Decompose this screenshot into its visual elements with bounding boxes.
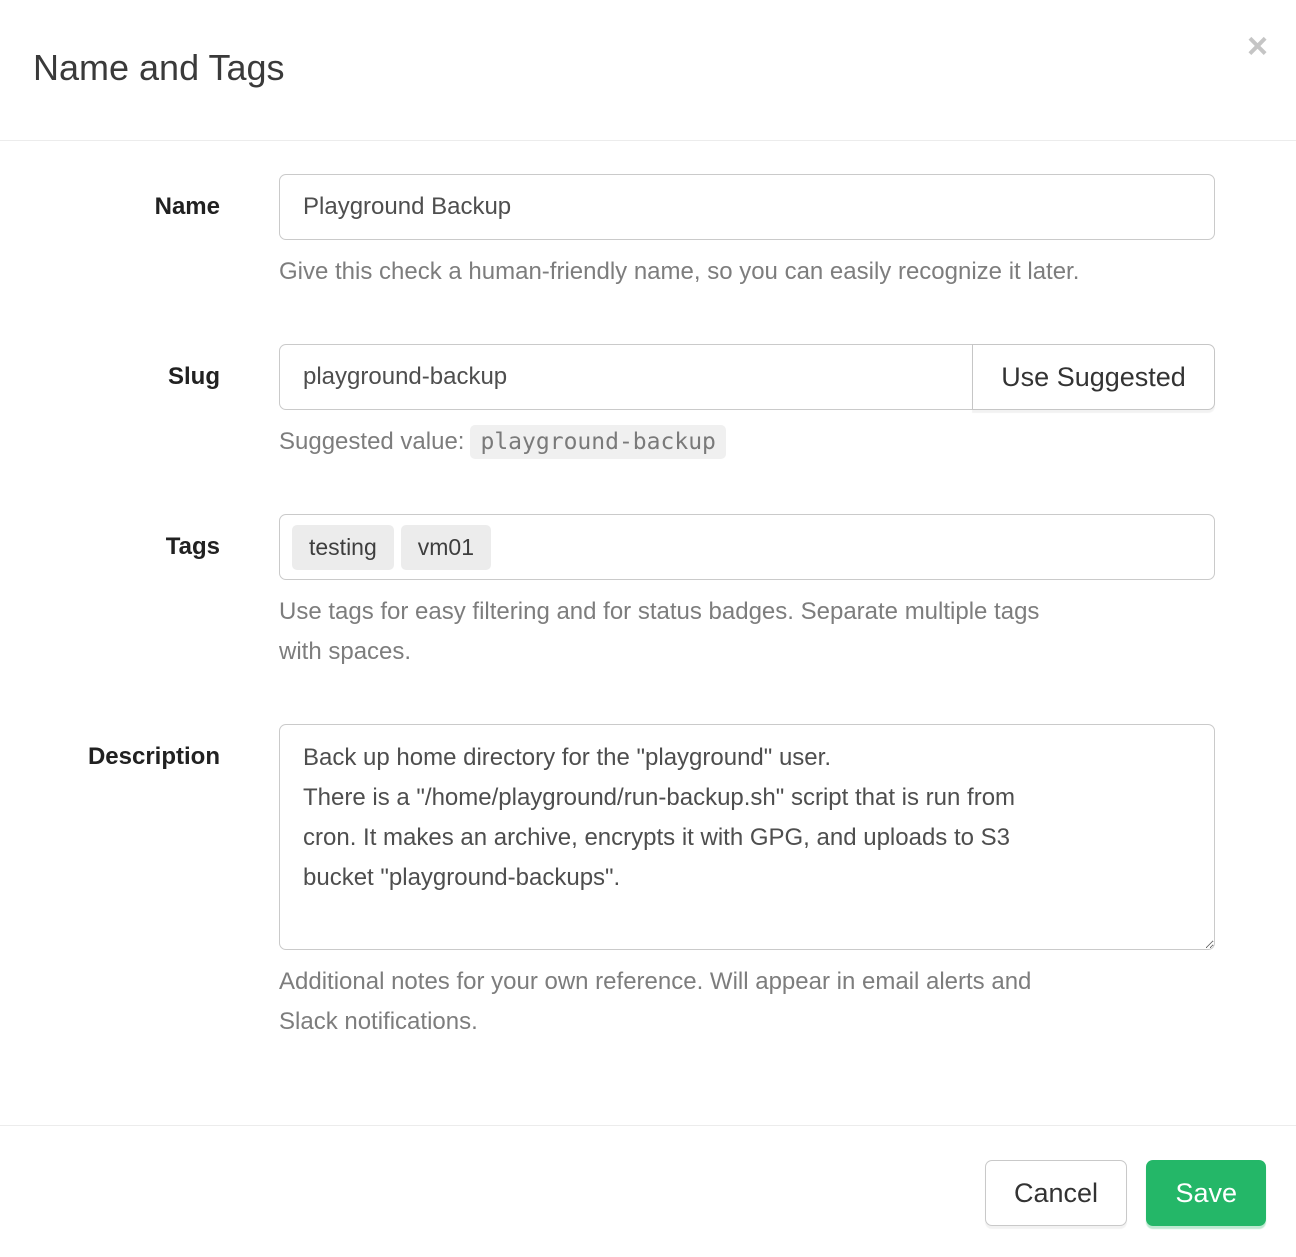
suggested-value-chip: playground-backup (470, 425, 725, 459)
dialog-body: Name Give this check a human-friendly na… (0, 141, 1296, 1125)
slug-help-text: Suggested value:playground-backup (279, 422, 1215, 462)
tag-pill: testing (292, 525, 394, 570)
description-textarea[interactable]: Back up home directory for the "playgrou… (279, 724, 1215, 950)
description-row: Description Back up home directory for t… (0, 724, 1215, 1042)
cancel-button[interactable]: Cancel (985, 1160, 1127, 1226)
name-and-tags-dialog: Name and Tags × Name Give this check a h… (0, 0, 1296, 1257)
name-row: Name Give this check a human-friendly na… (0, 174, 1215, 292)
slug-row: Slug Use Suggested Suggested value:playg… (0, 344, 1215, 462)
slug-controls: Use Suggested Suggested value:playground… (279, 344, 1215, 462)
name-controls: Give this check a human-friendly name, s… (279, 174, 1215, 292)
dialog-header: Name and Tags × (0, 0, 1296, 141)
tags-input[interactable]: testingvm01 (279, 514, 1215, 580)
slug-label: Slug (0, 344, 220, 462)
tags-help-text: Use tags for easy filtering and for stat… (279, 592, 1215, 672)
tag-pill: vm01 (401, 525, 491, 570)
suggested-value-prefix: Suggested value: (279, 428, 464, 455)
use-suggested-button[interactable]: Use Suggested (972, 344, 1215, 410)
slug-input[interactable] (279, 344, 973, 410)
tags-controls: testingvm01 Use tags for easy filtering … (279, 514, 1215, 672)
description-label: Description (0, 724, 220, 1042)
description-controls: Back up home directory for the "playgrou… (279, 724, 1215, 1042)
save-button[interactable]: Save (1146, 1160, 1266, 1226)
name-input[interactable] (279, 174, 1215, 240)
name-help-text: Give this check a human-friendly name, s… (279, 252, 1215, 292)
tags-row: Tags testingvm01 Use tags for easy filte… (0, 514, 1215, 672)
name-label: Name (0, 174, 220, 292)
close-icon[interactable]: × (1247, 28, 1268, 64)
tags-label: Tags (0, 514, 220, 672)
slug-input-group: Use Suggested (279, 344, 1215, 410)
description-help-text: Additional notes for your own reference.… (279, 962, 1215, 1042)
dialog-footer: Cancel Save (0, 1125, 1296, 1257)
dialog-title: Name and Tags (33, 49, 1263, 87)
